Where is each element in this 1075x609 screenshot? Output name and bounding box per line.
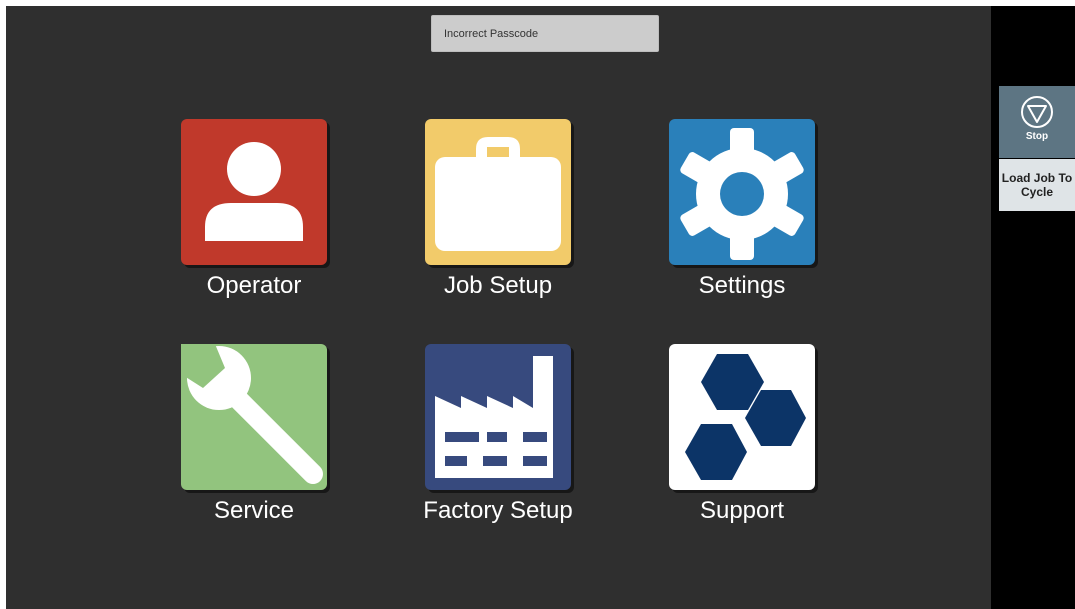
home-screen: Incorrect Passcode Operator Job Setup Se… — [6, 6, 991, 609]
job-setup-label: Job Setup — [443, 272, 553, 299]
support-tile[interactable] — [669, 344, 815, 490]
service-label: Service — [213, 497, 295, 524]
stop-label: Stop — [1025, 131, 1049, 142]
hexagons-icon — [685, 354, 806, 480]
settings-tile[interactable] — [669, 119, 815, 265]
load-job-to-cycle-button[interactable]: Load Job To Cycle — [999, 159, 1075, 211]
service-tile[interactable] — [181, 344, 327, 490]
operator-tile[interactable] — [181, 119, 327, 265]
job-setup-tile[interactable] — [425, 119, 571, 265]
operator-label: Operator — [206, 272, 302, 299]
factory-icon — [435, 356, 553, 478]
wrench-icon — [181, 344, 323, 484]
stop-icon — [1021, 96, 1053, 128]
settings-label: Settings — [698, 272, 786, 299]
right-sidebar: Stop Load Job To Cycle — [991, 6, 1075, 609]
status-message: Incorrect Passcode — [431, 15, 659, 52]
briefcase-icon — [435, 137, 561, 251]
support-label: Support — [699, 497, 785, 524]
stop-button[interactable]: Stop — [999, 86, 1075, 158]
factory-setup-label: Factory Setup — [423, 497, 573, 524]
person-icon — [205, 142, 303, 241]
gear-icon — [680, 128, 804, 260]
factory-setup-tile[interactable] — [425, 344, 571, 490]
